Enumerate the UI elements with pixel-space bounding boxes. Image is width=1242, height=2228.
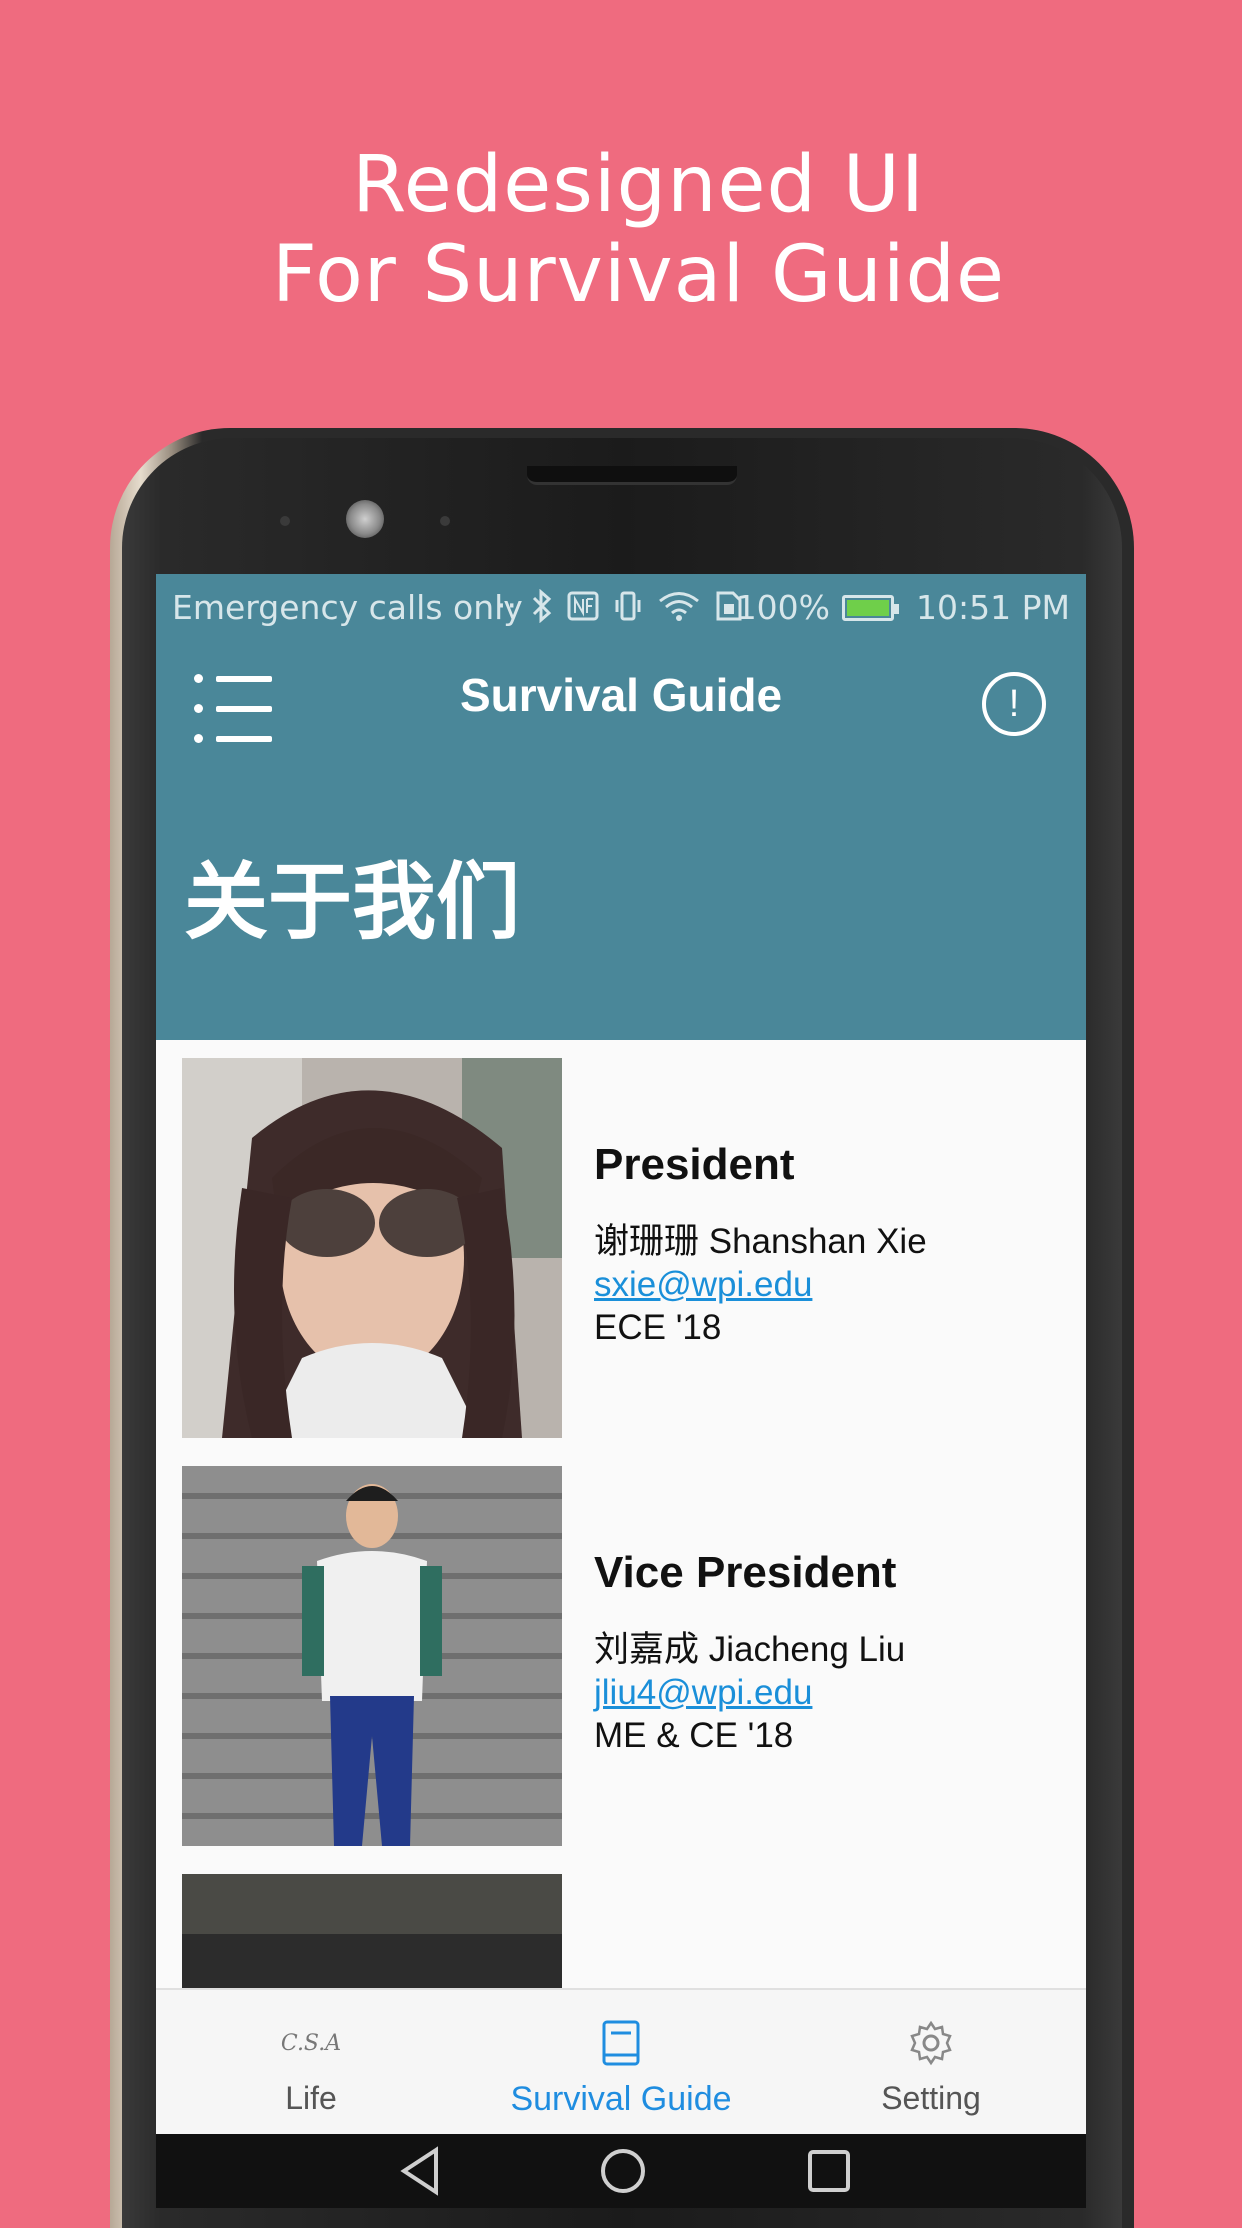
member-card-partial[interactable] [182, 1874, 1062, 1992]
member-photo [182, 1874, 562, 1992]
app-title: Survival Guide [459, 669, 783, 721]
nav-label-setting: Setting [881, 2080, 981, 2116]
member-major: ECE '18 [594, 1308, 722, 1347]
vibrate-icon [615, 591, 641, 620]
light-sensor [440, 516, 450, 526]
page-title: 关于我们 [184, 853, 521, 951]
battery-fill [847, 599, 890, 616]
carrier-text: Emergency calls only [172, 588, 523, 627]
member-role: Vice President [594, 1548, 897, 1597]
member-photo [182, 1058, 562, 1438]
earpiece-speaker [527, 466, 737, 485]
menu-bar-3 [216, 736, 272, 742]
status-icons: ·· [496, 586, 743, 625]
wifi-icon [659, 591, 699, 621]
nav-item-survival-guide[interactable]: Survival Guide [466, 1990, 776, 2136]
member-email-link[interactable]: sxie@wpi.edu [594, 1263, 927, 1306]
gear-icon [776, 2016, 1086, 2070]
home-icon[interactable] [596, 2144, 650, 2198]
nfc-icon [567, 591, 599, 620]
member-photo [182, 1466, 562, 1846]
book-icon [466, 2016, 776, 2070]
app-bar: Survival Guide ! 关于我们 [156, 640, 1086, 1040]
nav-label-survival-guide: Survival Guide [510, 2080, 732, 2118]
headline-line-2: For Survival Guide [272, 230, 1005, 320]
nav-label-life: Life [285, 2080, 337, 2116]
dots-icon: ·· [496, 586, 517, 625]
status-right: 100% 10:51 PM [736, 588, 1070, 627]
clock: 10:51 PM [916, 588, 1070, 627]
back-icon[interactable] [396, 2144, 446, 2198]
member-card-vice-president[interactable]: Vice President 刘嘉成 Jiacheng Liu jliu4@wp… [182, 1466, 1062, 1846]
bottom-navigation: C.S.A Life Survival Guide Setting [156, 1988, 1086, 2136]
csa-logo-text: C.S.A [280, 2030, 342, 2056]
system-navigation-bar [156, 2134, 1086, 2208]
csa-logo-icon: C.S.A [156, 2016, 466, 2070]
member-info: President 谢珊珊 Shanshan Xie sxie@wpi.edu … [594, 1140, 927, 1349]
info-icon[interactable]: ! [982, 672, 1046, 736]
member-major: ME & CE '18 [594, 1716, 794, 1755]
member-info: Vice President 刘嘉成 Jiacheng Liu jliu4@wp… [594, 1548, 905, 1757]
members-list[interactable]: President 谢珊珊 Shanshan Xie sxie@wpi.edu … [156, 1040, 1086, 1992]
bluetooth-icon [532, 588, 552, 623]
headline-line-1: Redesigned UI [352, 140, 925, 230]
front-camera [346, 500, 384, 538]
recents-icon[interactable] [804, 2144, 854, 2198]
phone-screen: Emergency calls only ·· 100% 10:51 PM Su… [156, 574, 1086, 2208]
member-email-link[interactable]: jliu4@wpi.edu [594, 1671, 905, 1714]
nav-item-setting[interactable]: Setting [776, 1990, 1086, 2136]
proximity-sensor [280, 516, 290, 526]
status-bar: Emergency calls only ·· 100% 10:51 PM [156, 574, 1086, 640]
promo-headline: Redesigned UI For Survival Guide [0, 140, 1242, 320]
member-name: 谢珊珊 Shanshan Xie [594, 1222, 927, 1261]
nav-item-life[interactable]: C.S.A Life [156, 1990, 466, 2136]
member-card-president[interactable]: President 谢珊珊 Shanshan Xie sxie@wpi.edu … [182, 1058, 1062, 1438]
member-role: President [594, 1140, 795, 1189]
member-name: 刘嘉成 Jiacheng Liu [594, 1630, 906, 1669]
battery-icon [842, 594, 900, 621]
battery-percent: 100% [735, 588, 831, 627]
menu-dot-3 [194, 734, 203, 743]
